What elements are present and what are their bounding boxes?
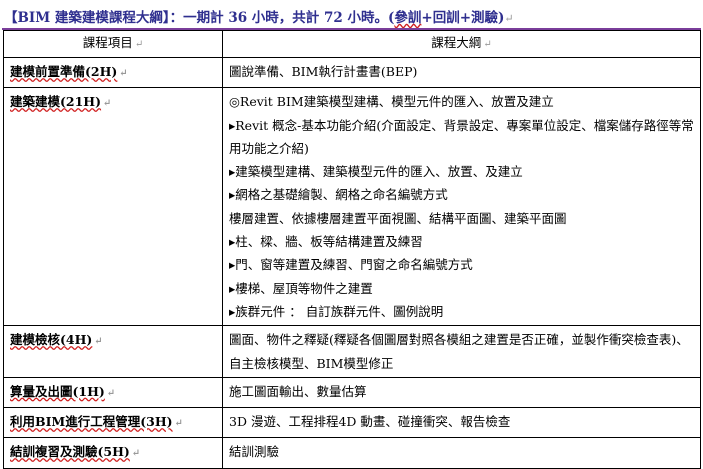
course-outline: 3D 漫遊、工程排程4D 動畫、碰撞衝突、報告檢查 xyxy=(222,407,701,439)
title-underlined-text: 參訓 xyxy=(394,10,422,26)
outline-line: ▸柱、樑、牆、板等結構建置及練習 xyxy=(229,234,423,250)
course-outline: 施工圖面輸出、數量估算 xyxy=(222,376,701,409)
course-item: 建築建模(21H) ↵ xyxy=(3,87,223,327)
outline-line: 3D 漫遊、工程排程4D 動畫、碰撞衝突、報告檢查 xyxy=(229,414,511,430)
course-item-label: 建築建模(21H) xyxy=(10,94,102,110)
outline-line: ▸建築模型建構、建築模型元件的匯入、放置、及建立 xyxy=(229,164,523,180)
course-item-label: 建模檢核(4H) xyxy=(10,332,93,348)
title-text: 【BIM 建築建模課程大綱】：一期計 36 小時，共計 72 小時。( xyxy=(4,10,395,26)
course-item-label: 算量及出圖(1H) xyxy=(10,383,105,399)
page-title: 【BIM 建築建模課程大綱】：一期計 36 小時，共計 72 小時。(參訓+回訓… xyxy=(4,6,514,26)
outline-line: 結訓測驗 xyxy=(229,444,280,460)
course-outline: 圖面、物件之釋疑(釋疑各個圖層對照各模組之建置是否正確，並製作衝突檢查表)、自主… xyxy=(222,325,701,378)
table-row: 算量及出圖(1H) ↵ 施工圖面輸出、數量估算 xyxy=(3,376,701,409)
outline-line: 施工圖面輸出、數量估算 xyxy=(229,383,367,399)
course-outline: 圖說準備、BIM執行計畫書(BEP) xyxy=(222,56,701,89)
outline-line: 圖說準備、BIM執行計畫書(BEP) xyxy=(229,64,418,79)
course-item: 利用BIM進行工程管理(3H) ↵ xyxy=(3,407,223,439)
header-course-item: 課程項目 ↵ xyxy=(3,30,223,58)
paragraph-mark: ↵ xyxy=(504,12,514,25)
outline-line: ▸族群元件 ： 自訂族群元件、圖例說明 xyxy=(229,303,444,319)
outline-line: ▸樓梯、屋頂等物件之建置 xyxy=(229,280,373,296)
table-row: 利用BIM進行工程管理(3H) ↵ 3D 漫遊、工程排程4D 動畫、碰撞衝突、報告… xyxy=(3,407,701,439)
cell-mark: ↵ xyxy=(134,39,144,50)
course-item-label: 利用BIM進行工程管理(3H) xyxy=(10,414,173,430)
course-item: 算量及出圖(1H) ↵ xyxy=(3,376,223,409)
course-outline-table: 課程項目 ↵ 課程大綱 ↵ 建模前置準備(2H) ↵ 圖說準備、BIM執行計畫書(BE… xyxy=(3,30,701,469)
table-row: 建築建模(21H) ↵ ◎Revit BIM建築模型建構、模型元件的匯入、放置及建… xyxy=(3,87,701,327)
outline-line: 樓層建置、依據樓層建置平面視圖、結構平面圖、建築平面圖 xyxy=(229,210,567,226)
outline-line: ▸門、窗等建置及練習、門窗之命名編號方式 xyxy=(229,257,473,273)
outline-line: 圖面、物件之釋疑(釋疑各個圖層對照各模組之建置是否正確，並製作衝突檢查表)、自主… xyxy=(229,332,689,371)
outline-line: ▸網格之基礎繪製、網格之命名編號方式 xyxy=(229,187,448,203)
header-course-outline: 課程大綱 ↵ xyxy=(222,30,701,58)
course-item-label: 建模前置準備(2H) xyxy=(10,64,118,79)
title-rest-text: +回訓+測驗) xyxy=(421,10,505,26)
cell-mark: ↵ xyxy=(483,39,492,50)
outline-line: ◎Revit BIM建築模型建構、模型元件的匯入、放置及建立 xyxy=(229,94,554,110)
course-item: 建模檢核(4H) ↵ xyxy=(3,325,223,378)
outline-line: ▸Revit 概念-基本功能介紹(介面設定、背景設定、專案單位設定、檔案儲存路徑… xyxy=(229,117,694,156)
course-outline: ◎Revit BIM建築模型建構、模型元件的匯入、放置及建立 ▸Revit 概念… xyxy=(222,87,701,327)
table-row: 建模前置準備(2H) ↵ 圖說準備、BIM執行計畫書(BEP) xyxy=(3,56,701,89)
table-row: 建模檢核(4H) ↵ 圖面、物件之釋疑(釋疑各個圖層對照各模組之建置是否正確，並製… xyxy=(3,325,701,378)
course-item: 建模前置準備(2H) ↵ xyxy=(3,56,223,89)
course-item-label: 結訓複習及測驗(5H) xyxy=(10,444,130,460)
table-header-row: 課程項目 ↵ 課程大綱 ↵ xyxy=(3,30,701,58)
